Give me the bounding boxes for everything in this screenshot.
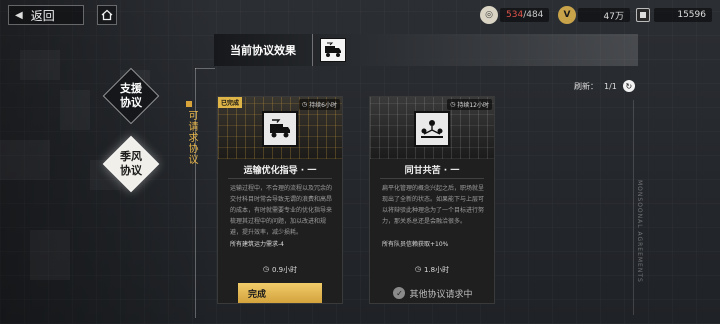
time-value: 0.9小时 (271, 266, 298, 274)
back-arrow-icon: ◀ (15, 9, 23, 21)
side-marker (186, 101, 192, 107)
pending-status: ✓ 其他协议请求中 (380, 283, 486, 303)
top-bar: ◀ 返回 ◎ 534 /484 V 47万 15596 (0, 0, 720, 30)
resource-gold[interactable]: ◎ 534 /484 (480, 5, 550, 25)
header-title: 当前协议效果 (230, 44, 296, 57)
duration-tag: ◷ 持续6小时 (298, 99, 340, 110)
clock-icon: ◷ (414, 265, 421, 273)
nav-label-support: 支援 协议 (120, 82, 142, 109)
header-divider (312, 34, 313, 66)
duration-tag: ◷ 持续12小时 (447, 99, 492, 110)
resource-chip[interactable]: 15596 (636, 5, 712, 25)
card-description: 运输过程中，不合理的流程以及冗余的交付科目时常会导致无谓的浪费和高昂的成本，有时… (230, 185, 333, 236)
active-effect-icon[interactable] (320, 38, 346, 62)
clock-icon: ◷ (262, 265, 269, 273)
protocol-card[interactable]: 已完成 ◷ 持续6小时 运输优化指导 · 一 运输过程中，不合理的流程以及冗余的… (217, 96, 343, 304)
nav-support-protocol[interactable]: 支援 协议 (102, 67, 160, 125)
card-time: ◷ 0.9小时 (218, 265, 342, 275)
truck-icon (325, 42, 341, 57)
gold-max: /484 (523, 10, 544, 20)
protocol-card[interactable]: ◷ 持续12小时 同甘共苦 · 一 扁平化管理的概念兴起之后，职场就呈现出了全新… (369, 96, 495, 304)
completed-badge: 已完成 (218, 97, 243, 108)
requestable-protocols-label: 可请求协议 (186, 110, 197, 165)
v-coin-icon: V (558, 6, 576, 24)
gold-coin-icon: ◎ (480, 6, 498, 24)
card-description: 扁平化管理的概念兴起之后，职场就呈现出了全新的状态。如果能下与上层可以将辩驳此种… (382, 185, 485, 225)
pending-label: 其他协议请求中 (409, 289, 473, 300)
refresh-count: 1/1 (604, 81, 617, 91)
duration-text: 持续12小时 (457, 102, 489, 109)
truck-icon (262, 111, 298, 147)
refresh-icon[interactable]: ↻ (622, 80, 635, 92)
card-effect: 所有建筑运力需求-4 (230, 241, 284, 248)
home-button[interactable] (97, 5, 117, 25)
back-button[interactable]: ◀ 返回 (8, 5, 84, 25)
card-effect: 所有队员信赖获取+10% (382, 241, 449, 248)
chip-icon (636, 8, 650, 22)
refresh-label: 刷新： (574, 81, 598, 91)
monsoonal-agreements-text: MONSOONAL AGREEMENTS (636, 180, 643, 283)
time-value: 1.8小时 (423, 266, 450, 274)
nav-label-monsoon: 季风 协议 (120, 150, 142, 177)
team-icon (414, 111, 450, 147)
duration-text: 持续6小时 (309, 102, 337, 109)
current-effect-header: 当前协议效果 (214, 34, 638, 66)
divider (380, 178, 484, 179)
card-time: ◷ 1.8小时 (370, 265, 494, 275)
gold-current: 534 (506, 10, 524, 20)
clock-icon: ◷ (301, 101, 308, 108)
refresh-area: 刷新： 1/1 ↻ (574, 80, 635, 92)
check-icon: ✓ (393, 287, 406, 299)
v-coin-value: 47万 (603, 11, 624, 22)
divider (228, 178, 332, 179)
nav-monsoon-protocol[interactable]: 季风 协议 (102, 135, 160, 193)
resource-v-coin[interactable]: V 47万 (558, 5, 630, 25)
frame-line-right (633, 100, 634, 315)
complete-button[interactable]: 完成 (238, 283, 322, 303)
card-title: 运输优化指导 · 一 (243, 166, 317, 176)
background-blocks (0, 30, 200, 324)
chip-value: 15596 (677, 10, 706, 20)
card-title: 同甘共苦 · 一 (404, 166, 460, 176)
clock-icon: ◷ (450, 101, 456, 108)
home-icon (101, 9, 113, 21)
back-label: 返回 (30, 8, 55, 23)
